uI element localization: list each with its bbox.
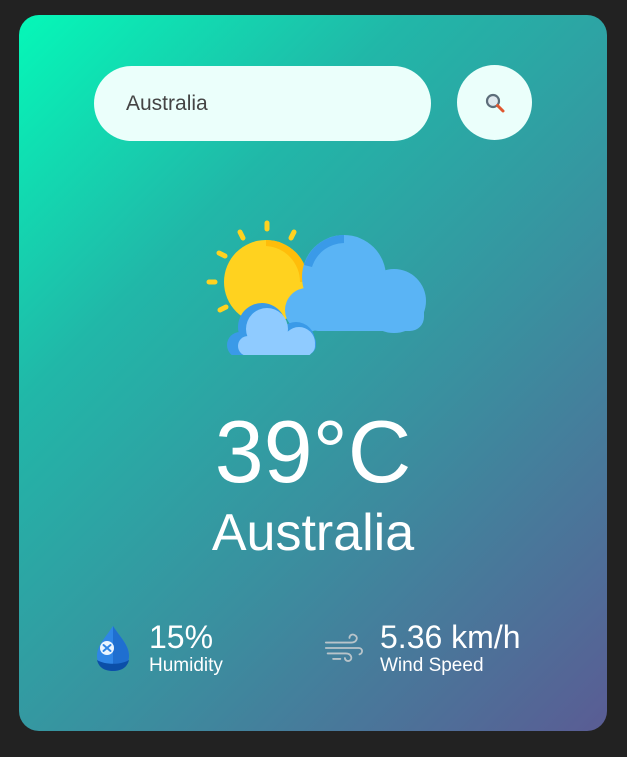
city-name: Australia [211, 504, 415, 562]
search-input[interactable] [94, 66, 431, 141]
humidity-label: Humidity [149, 655, 223, 676]
temperature: 39°C [214, 402, 412, 501]
wind-label: Wind Speed [380, 655, 484, 676]
weather-card: 39°C Australia 15% Humidity [19, 15, 607, 731]
humidity-detail: 15% Humidity [93, 619, 223, 677]
wind-detail: 5.36 km/h Wind Speed [324, 619, 521, 677]
search-button[interactable] [457, 65, 532, 140]
partly-cloudy-icon [206, 220, 426, 355]
humidity-icon [93, 623, 133, 673]
humidity-value: 15% [149, 619, 214, 655]
search-icon [485, 93, 504, 112]
wind-value: 5.36 km/h [380, 619, 521, 655]
wind-icon [324, 623, 364, 673]
